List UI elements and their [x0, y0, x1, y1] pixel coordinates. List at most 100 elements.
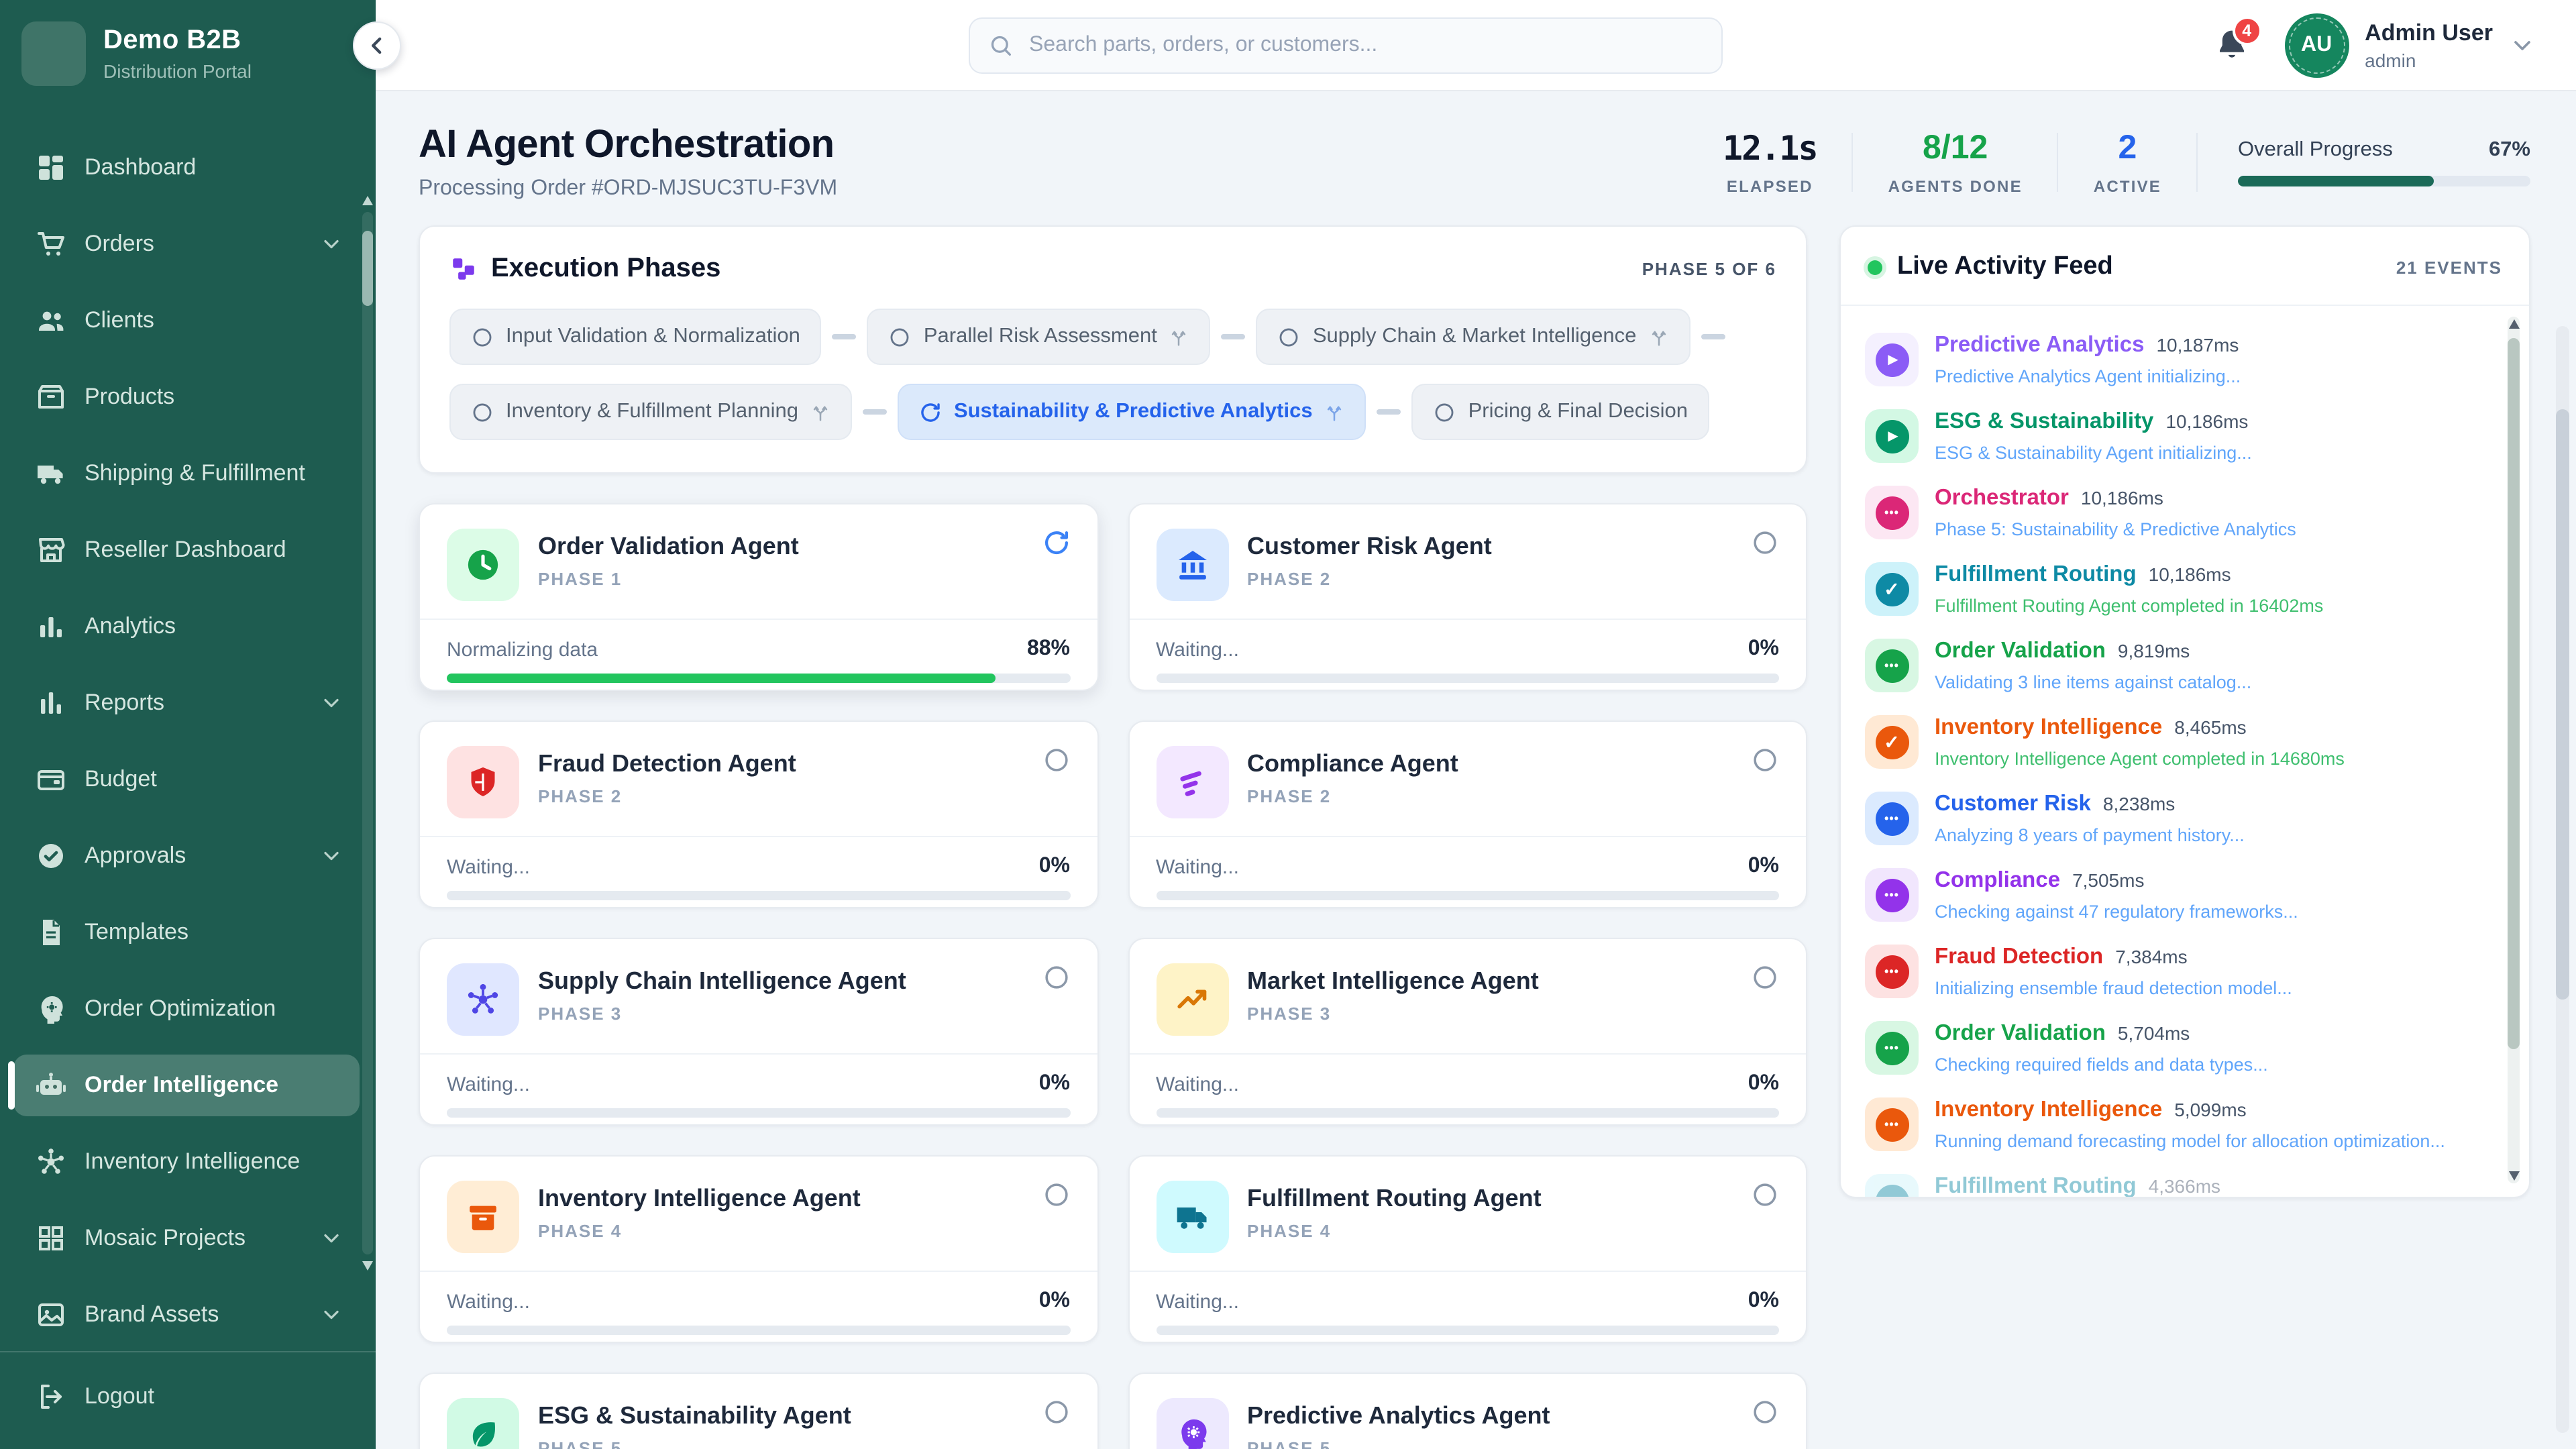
- overall-progress-label: Overall Progress: [2238, 138, 2393, 162]
- feed-event-description: Running demand forecasting model for all…: [1935, 1131, 2445, 1151]
- glyph: •••: [1884, 812, 1899, 825]
- sidebar-item-orders[interactable]: Orders: [13, 213, 360, 275]
- agent-card-titles: Fraud Detection AgentPHASE 2: [538, 746, 796, 818]
- user-menu[interactable]: AU Admin User admin: [2284, 13, 2536, 77]
- topbar-right: 4 AU Admin User admin: [2213, 13, 2576, 77]
- sidebar-item-reseller-dashboard[interactable]: Reseller Dashboard: [13, 519, 360, 581]
- sidebar-item-mosaic-projects[interactable]: Mosaic Projects: [13, 1208, 360, 1269]
- scroll-down-icon[interactable]: [2508, 1171, 2519, 1181]
- scale-glyph: [1173, 763, 1211, 801]
- scroll-up-icon[interactable]: [2508, 319, 2519, 329]
- feed-event: •••Orchestrator10,186msPhase 5: Sustaina…: [1865, 486, 2489, 539]
- network-icon: [35, 1146, 67, 1178]
- sidebar-divider: [0, 1351, 376, 1352]
- phase-indicator: PHASE 5 OF 6: [1642, 259, 1776, 279]
- agent-status-row: Waiting...0%: [447, 855, 1070, 879]
- chevron-down-icon: [319, 1303, 343, 1327]
- sidebar-item-label: Clients: [85, 307, 154, 334]
- feed-event-description: Checking required fields and data types.…: [1935, 1055, 2268, 1075]
- agent-card-fraud-detection-agent: Fraud Detection AgentPHASE 2 Waiting...0%: [419, 720, 1098, 908]
- wallet-icon: [35, 763, 67, 796]
- sidebar-item-inventory-intelligence[interactable]: Inventory Intelligence: [13, 1131, 360, 1193]
- dots-icon: •••: [1875, 1031, 1909, 1065]
- sidebar-collapse-button[interactable]: [353, 21, 401, 70]
- main-scrollbar[interactable]: [2556, 326, 2569, 1433]
- agent-name: Fulfillment Routing Agent: [1247, 1185, 1542, 1213]
- sidebar-item-budget[interactable]: Budget: [13, 749, 360, 810]
- bank-glyph: [1173, 546, 1211, 584]
- agent-card-titles: Inventory Intelligence AgentPHASE 4: [538, 1181, 861, 1253]
- sidebar-item-label: Approvals: [85, 843, 186, 869]
- sidebar-item-analytics[interactable]: Analytics: [13, 596, 360, 657]
- agent-name: Supply Chain Intelligence Agent: [538, 967, 906, 996]
- sidebar-item-approvals[interactable]: Approvals: [13, 825, 360, 887]
- feed-event-time: 10,186ms: [2165, 411, 2248, 432]
- agent-status-row: Waiting...0%: [1156, 1289, 1779, 1313]
- sidebar-item-brand-assets[interactable]: Brand Assets: [13, 1284, 360, 1346]
- feed-event-line: Fraud Detection7,384ms: [1935, 945, 2292, 970]
- feed-event: ✓Fulfillment Routing10,186msFulfillment …: [1865, 562, 2489, 616]
- agent-phase-label: PHASE 2: [1247, 786, 1458, 806]
- trending-up-icon: [1156, 963, 1228, 1036]
- glyph: •••: [1884, 888, 1899, 902]
- phase-chip-pricing-final-decision[interactable]: Pricing & Final Decision: [1412, 384, 1709, 440]
- sidebar-item-dashboard[interactable]: Dashboard: [13, 137, 360, 199]
- feed-event-time: 4,366ms: [2149, 1175, 2220, 1197]
- sidebar-item-label: Reseller Dashboard: [85, 537, 286, 564]
- notifications-button[interactable]: 4: [2213, 27, 2249, 63]
- dashboard-icon: [35, 152, 67, 184]
- feed-scrollbar[interactable]: [2508, 317, 2520, 1183]
- circle-icon: [1042, 963, 1070, 991]
- sidebar-item-shipping-fulfillment[interactable]: Shipping & Fulfillment: [13, 443, 360, 504]
- sidebar-scrollbar-thumb[interactable]: [362, 231, 373, 306]
- clock-icon: [447, 529, 519, 601]
- agent-card-inventory-intelligence-agent: Inventory Intelligence AgentPHASE 4Waiti…: [419, 1155, 1098, 1343]
- sidebar-item-label: Templates: [85, 919, 189, 946]
- stat-divider: [2057, 133, 2059, 192]
- phase-chip-supply-chain-market-intelligence[interactable]: Supply Chain & Market Intelligence: [1256, 309, 1690, 365]
- sidebar-item-order-intelligence[interactable]: Order Intelligence: [13, 1055, 360, 1116]
- sidebar-scrollbar[interactable]: [362, 212, 373, 1254]
- logout-label: Logout: [85, 1383, 154, 1410]
- feed-event-line: ESG & Sustainability10,186ms: [1935, 409, 2252, 435]
- sidebar-item-reports[interactable]: Reports: [13, 672, 360, 734]
- agent-card-divider: [420, 619, 1097, 620]
- execution-phases-panel: Execution Phases PHASE 5 OF 6 Input Vali…: [419, 225, 1807, 474]
- phase-chip-input-validation-normalization[interactable]: Input Validation & Normalization: [449, 309, 822, 365]
- sidebar-item-templates[interactable]: Templates: [13, 902, 360, 963]
- stat-value: 8/12: [1888, 129, 2023, 168]
- agent-percent: 0%: [1039, 855, 1070, 879]
- stat-active: 2ACTIVE: [2094, 129, 2161, 196]
- agent-card-esg-sustainability-agent: ESG & Sustainability AgentPHASE 5Waiting…: [419, 1373, 1098, 1449]
- feed-event-time: 10,187ms: [2156, 334, 2239, 356]
- phase-chip-parallel-risk-assessment[interactable]: Parallel Risk Assessment: [867, 309, 1211, 365]
- feed-event: •••Order Validation9,819msValidating 3 l…: [1865, 639, 2489, 692]
- phase-chip-inventory-fulfillment-planning[interactable]: Inventory & Fulfillment Planning: [449, 384, 852, 440]
- feed-events-count: 21 EVENTS: [2396, 257, 2502, 277]
- main-content: AI Agent Orchestration Processing Order …: [376, 91, 2576, 1449]
- search-input[interactable]: [969, 17, 1723, 73]
- feed-event: •••Customer Risk8,238msAnalyzing 8 years…: [1865, 792, 2489, 845]
- main-scrollbar-thumb[interactable]: [2556, 409, 2569, 1000]
- feed-event-iconbox: •••: [1865, 1174, 1919, 1197]
- sidebar-item-label: Reports: [85, 690, 164, 716]
- agent-status-text: Normalizing data: [447, 638, 598, 661]
- agent-name: Compliance Agent: [1247, 750, 1458, 778]
- feed-event: ▶ESG & Sustainability10,186msESG & Susta…: [1865, 409, 2489, 463]
- head-gear-solid-icon: [1156, 1398, 1228, 1449]
- app-root: Demo B2B Distribution Portal DashboardOr…: [0, 0, 2576, 1449]
- dots-icon: •••: [1875, 496, 1909, 529]
- scroll-up-icon[interactable]: [362, 196, 373, 205]
- glyph: •••: [1884, 1194, 1899, 1197]
- logout-button[interactable]: Logout: [13, 1366, 360, 1428]
- feed-scrollbar-thumb[interactable]: [2508, 338, 2520, 1049]
- circle-icon: [889, 325, 912, 348]
- parallel-fork-icon: [1648, 327, 1668, 347]
- phase-chip-sustainability-predictive-analytics[interactable]: Sustainability & Predictive Analytics: [898, 384, 1366, 440]
- page-header: AI Agent Orchestration Processing Order …: [419, 123, 2530, 201]
- feed-event-time: 7,505ms: [2072, 869, 2144, 891]
- sidebar-item-clients[interactable]: Clients: [13, 290, 360, 352]
- scroll-down-icon[interactable]: [362, 1261, 373, 1271]
- sidebar-item-order-optimization[interactable]: Order Optimization: [13, 978, 360, 1040]
- sidebar-item-products[interactable]: Products: [13, 366, 360, 428]
